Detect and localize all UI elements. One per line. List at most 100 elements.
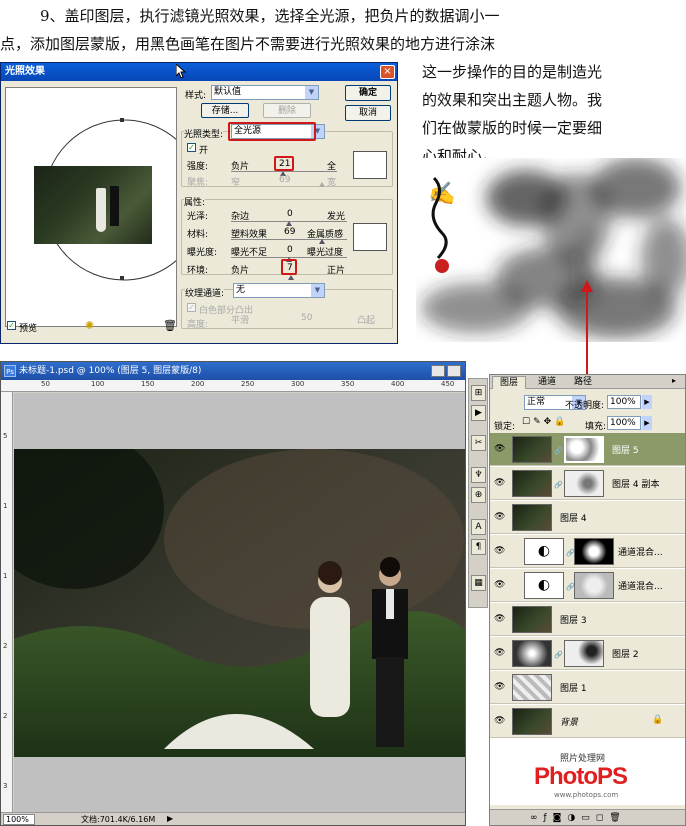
gloss-label: 光泽:: [187, 212, 209, 222]
link-icon[interactable]: ∞: [530, 813, 544, 823]
eye-icon[interactable]: 👁: [494, 512, 506, 522]
play-icon[interactable]: ▶: [471, 405, 486, 421]
mask-thumbnail[interactable]: [564, 436, 604, 463]
canvas-area[interactable]: [14, 393, 465, 812]
minimize-button[interactable]: [431, 365, 445, 377]
eye-icon[interactable]: 👁: [494, 478, 506, 488]
ambience-label: 环境:: [187, 266, 209, 276]
layer-name: 背景: [560, 718, 579, 728]
layer-row-channel-mixer-1[interactable]: 👁 ◐ 🔗 通道混合...: [490, 535, 685, 568]
layer-row-background[interactable]: 👁 背景 🔒: [490, 705, 685, 738]
paragraph-icon[interactable]: ¶: [471, 539, 486, 555]
preview-checkbox[interactable]: ✓: [7, 321, 16, 330]
text-icon[interactable]: A: [471, 519, 486, 535]
eye-icon[interactable]: 👁: [494, 716, 506, 726]
status-menu-arrow-icon[interactable]: ▶: [167, 814, 173, 823]
status-bar: 100% 文档:701.4K/6.16M ▶: [1, 812, 465, 825]
tab-paths[interactable]: 路径: [566, 377, 600, 389]
maximize-button[interactable]: [447, 365, 461, 377]
mask-thumbnail[interactable]: [564, 640, 604, 667]
lock-icon: 🔒: [652, 715, 664, 725]
opacity-arrow-icon[interactable]: ▶: [642, 395, 652, 409]
mouse-cursor-icon: [176, 64, 186, 78]
eye-icon[interactable]: 👁: [494, 580, 506, 590]
red-seal-icon: [435, 259, 449, 273]
eye-icon[interactable]: 👁: [494, 546, 506, 556]
add-mask-icon[interactable]: ◙: [553, 813, 568, 823]
ok-button[interactable]: 确定: [345, 85, 391, 101]
brush-icon[interactable]: ♆: [471, 467, 486, 483]
ruler-tick: 350: [341, 380, 355, 388]
tutorial-line-1: 9、盖印图层，执行滤镜光照效果，选择全光源，把负片的数据调小一: [40, 7, 500, 25]
eye-icon[interactable]: 👁: [494, 614, 506, 624]
layer-row-4[interactable]: 👁 图层 4: [490, 501, 685, 534]
mask-thumbnail[interactable]: [574, 572, 614, 599]
lightbulb-icon[interactable]: ✺: [85, 319, 94, 332]
lock-label: 锁定:: [494, 422, 516, 432]
stamp-icon[interactable]: ⊕: [471, 487, 486, 503]
mask-thumbnail[interactable]: [564, 470, 604, 497]
focus-value: 69: [279, 175, 291, 185]
adjustment-icon: ◐: [524, 538, 564, 565]
ruler-tick: 2: [3, 712, 8, 720]
light-color-swatch[interactable]: [353, 151, 387, 179]
fill-arrow-icon[interactable]: ▶: [642, 416, 652, 430]
material-label: 材料:: [187, 230, 209, 240]
focus-slider-thumb[interactable]: [319, 182, 325, 187]
eye-icon[interactable]: 👁: [494, 444, 506, 454]
layer-row-2[interactable]: 👁 🔗 图层 2: [490, 637, 685, 670]
layers-panel: 图层 通道 路径 ▸ 正常 ▼ 不透明度: 100% ▶ 锁定: ☐✎✥🔒 填充:…: [489, 374, 686, 826]
layer-row-1[interactable]: 👁 图层 1: [490, 671, 685, 704]
tab-layers[interactable]: 图层: [492, 376, 526, 389]
delete-layer-icon[interactable]: 🗑: [609, 813, 626, 823]
dialog-close-button[interactable]: ×: [380, 65, 395, 79]
eye-icon[interactable]: 👁: [494, 648, 506, 658]
mask-preview-image: ✍: [416, 158, 686, 342]
tools-icon[interactable]: ✂: [471, 435, 486, 451]
lock-icons[interactable]: ☐✎✥🔒: [522, 417, 568, 427]
layer-row-5[interactable]: 👁 🔗 图层 5: [490, 433, 685, 466]
ambience-slider-thumb[interactable]: [288, 275, 294, 280]
adjustment-layer-icon[interactable]: ◑: [567, 813, 581, 823]
texture-value: 无: [236, 285, 246, 295]
ruler-tick: 300: [291, 380, 305, 388]
focus-label: 聚焦:: [187, 178, 209, 188]
ambience-color-swatch[interactable]: [353, 223, 387, 251]
ruler-tick: 100: [91, 380, 105, 388]
layer-row-channel-mixer-2[interactable]: 👁 ◐ 🔗 通道混合...: [490, 569, 685, 602]
opacity-field[interactable]: 100%: [607, 395, 641, 409]
height-value: 50: [301, 313, 313, 323]
layer-row-4-copy[interactable]: 👁 🔗 图层 4 副本: [490, 467, 685, 500]
ruler-tick: 50: [41, 380, 50, 388]
cancel-button[interactable]: 取消: [345, 105, 391, 121]
eye-icon[interactable]: 👁: [494, 682, 506, 692]
preview-area[interactable]: [5, 87, 205, 327]
layers-comp-icon[interactable]: ▦: [471, 575, 486, 591]
new-group-icon[interactable]: ▭: [581, 813, 596, 823]
layers-bottom-toolbar: ∞ƒ◙◑▭◻🗑: [490, 809, 685, 825]
material-slider-thumb[interactable]: [319, 239, 325, 244]
delete-button[interactable]: 删除: [263, 103, 311, 118]
new-layer-icon[interactable]: ◻: [596, 813, 609, 823]
mask-thumbnail[interactable]: [574, 538, 614, 565]
texture-select[interactable]: 无 ▼: [233, 283, 325, 298]
save-button[interactable]: 存储...: [201, 103, 249, 118]
tab-channels[interactable]: 通道: [530, 377, 564, 389]
tab-label: 图层: [499, 378, 518, 388]
fx-icon[interactable]: ƒ: [544, 813, 553, 823]
layer-row-3[interactable]: 👁 图层 3: [490, 603, 685, 636]
lighting-effects-dialog: 光照效果 × ✓ 预览 ✺ 🗑 样式: 默认值 ▼ 确定 取消 存储... 删除 …: [0, 62, 398, 344]
navigator-icon[interactable]: ⊞: [471, 385, 486, 401]
trash-icon[interactable]: 🗑: [163, 319, 177, 332]
fill-field[interactable]: 100%: [607, 416, 641, 430]
style-select[interactable]: 默认值 ▼: [211, 85, 319, 100]
layer-thumbnail: [512, 504, 552, 531]
zoom-field[interactable]: 100%: [3, 814, 35, 825]
white-high-checkbox[interactable]: ✓: [187, 303, 196, 312]
panel-menu-icon[interactable]: ▸: [672, 376, 676, 385]
material-slider[interactable]: [231, 239, 347, 240]
gloss-slider-thumb[interactable]: [286, 221, 292, 226]
on-checkbox[interactable]: ✓: [187, 143, 196, 152]
chain-icon: 🔗: [554, 651, 563, 659]
tab-label: 通道: [537, 377, 556, 387]
